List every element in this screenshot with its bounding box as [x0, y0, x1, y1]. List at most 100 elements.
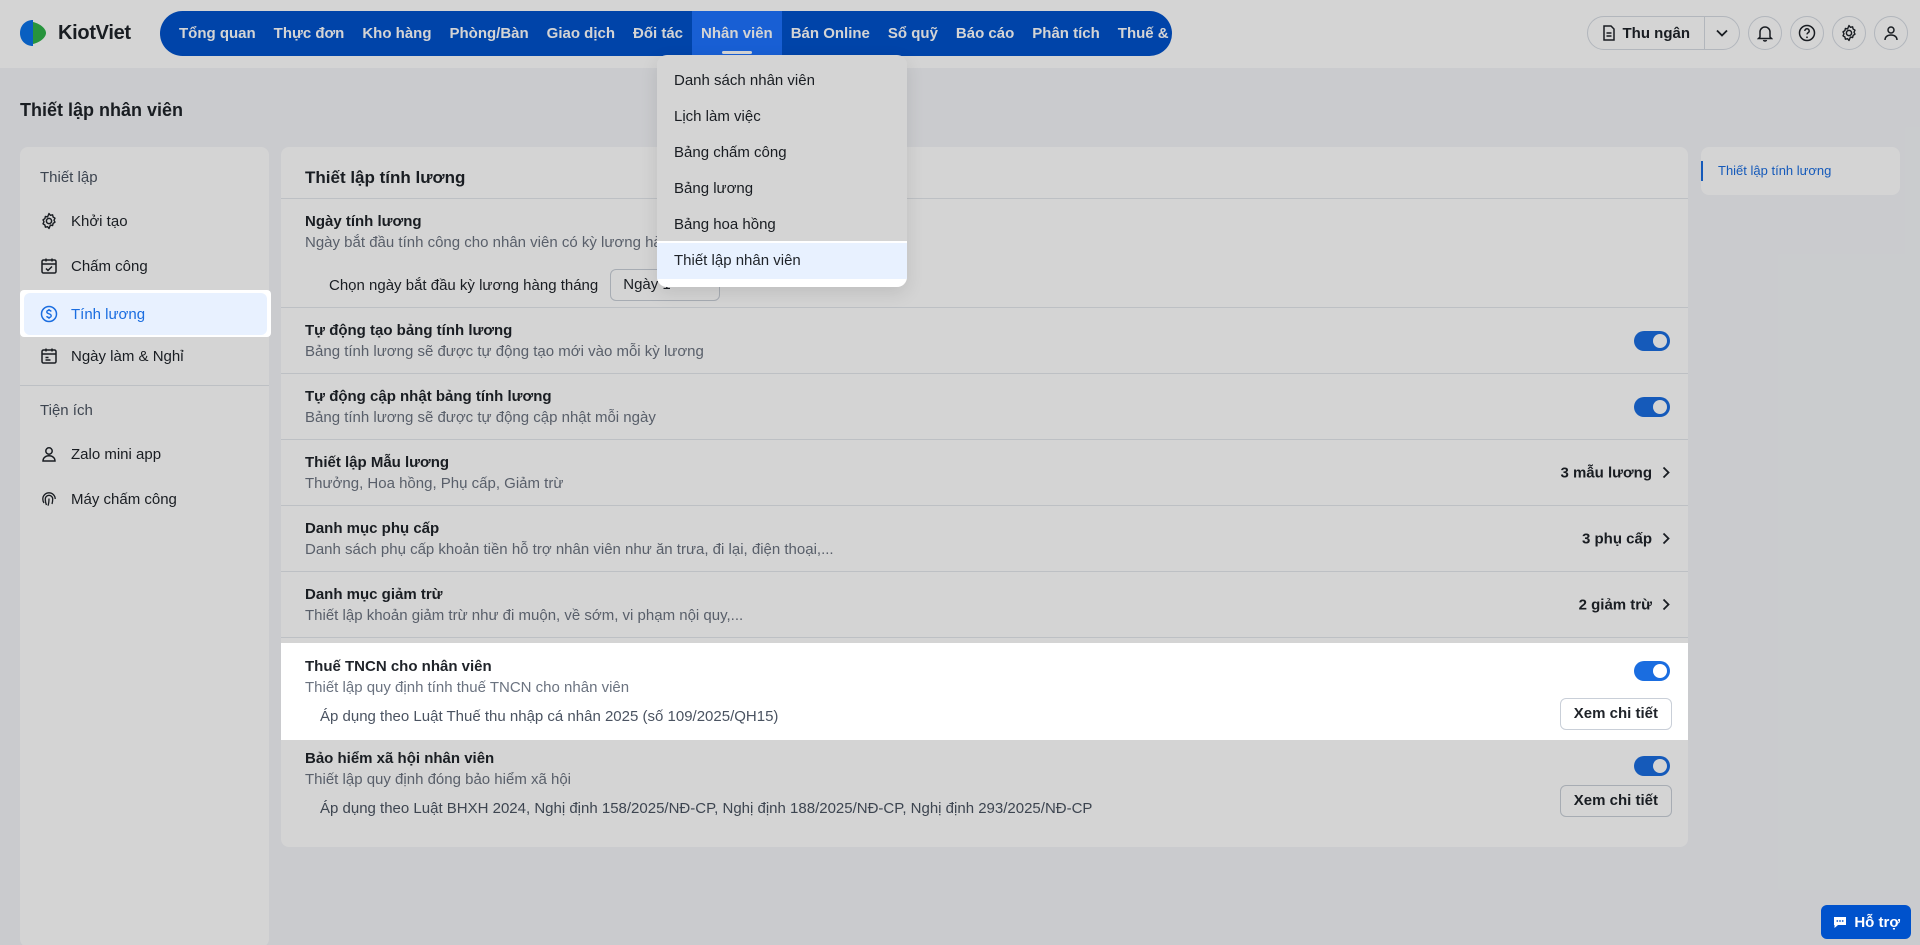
- allowance-row[interactable]: Danh mục phụ cấp Danh sách phụ cấp khoản…: [281, 506, 1688, 572]
- menu-item-danh-sach-nhan-vien[interactable]: Danh sách nhân viên: [657, 63, 907, 99]
- support-label: Hỗ trợ: [1854, 913, 1900, 931]
- row-description: Thiết lập quy định đóng bảo hiểm xã hội: [305, 771, 572, 788]
- cashier-button[interactable]: Thu ngân: [1588, 17, 1705, 49]
- employee-menu-dropdown: Danh sách nhân viên Lịch làm việc Bảng c…: [657, 55, 907, 287]
- highlight-pit-row: Thuế TNCN cho nhân viên Thiết lập quy đị…: [281, 643, 1688, 740]
- help-center-button[interactable]: [1790, 16, 1824, 50]
- main-navigation: Tổng quan Thực đơn Kho hàng Phòng/Bàn Gi…: [160, 11, 1228, 56]
- row-legal-basis: Áp dụng theo Luật Thuế thu nhập cá nhân …: [320, 708, 779, 725]
- menu-item-lich-lam-viec[interactable]: Lịch làm việc: [657, 99, 907, 135]
- auto-create-payroll-toggle[interactable]: [1634, 331, 1670, 351]
- sidebar-item-label: Máy chấm công: [71, 490, 177, 508]
- pit-detail-button[interactable]: Xem chi tiết: [1559, 698, 1672, 730]
- sidebar-item-ngay-lam-nghi[interactable]: Ngày làm & Nghỉ: [24, 335, 265, 377]
- allowance-count: 3 phụ cấp: [1581, 530, 1652, 547]
- sidebar-item-label: Khởi tạo: [71, 212, 128, 230]
- row-title: Ngày tính lương: [305, 213, 422, 230]
- deduction-row[interactable]: Danh mục giảm trừ Thiết lập khoản giảm t…: [281, 572, 1688, 638]
- row-legal-basis: Áp dụng theo Luật BHXH 2024, Nghị định 1…: [320, 800, 1093, 817]
- chevron-right-icon: [1662, 532, 1670, 545]
- pit-row: Thuế TNCN cho nhân viên Thiết lập quy đị…: [281, 643, 1688, 740]
- nav-item-giao-dich[interactable]: Giao dịch: [538, 11, 624, 56]
- nav-item-so-quy[interactable]: Sổ quỹ: [879, 11, 947, 56]
- pit-toggle[interactable]: [1634, 661, 1670, 681]
- auto-create-payroll-row: Tự động tạo bảng tính lương Bảng tính lư…: [281, 308, 1688, 374]
- sidebar-item-tinh-luong[interactable]: Tính lương: [24, 293, 267, 335]
- question-icon: [1798, 24, 1816, 42]
- sidebar-item-label: Ngày làm & Nghỉ: [71, 347, 184, 365]
- row-description: Bảng tính lương sẽ được tự động tạo mới …: [305, 343, 704, 360]
- allowance-link[interactable]: 3 phụ cấp: [1582, 530, 1670, 547]
- support-button[interactable]: Hỗ trợ: [1821, 905, 1911, 939]
- nav-item-tong-quan[interactable]: Tổng quan: [170, 11, 265, 56]
- account-button[interactable]: [1874, 16, 1908, 50]
- row-description: Danh sách phụ cấp khoản tiền hỗ trợ nhân…: [305, 541, 834, 558]
- row-title: Tự động tạo bảng tính lương: [305, 322, 513, 339]
- cashier-dropdown-button[interactable]: [1705, 17, 1739, 49]
- row-description: Thiết lập khoản giảm trừ như đi muộn, về…: [305, 607, 744, 624]
- menu-item-bang-hoa-hong[interactable]: Bảng hoa hồng: [657, 207, 907, 243]
- nav-item-phong-ban[interactable]: Phòng/Bàn: [441, 11, 538, 56]
- settings-button[interactable]: [1832, 16, 1866, 50]
- nav-item-doi-tac[interactable]: Đối tác: [624, 11, 692, 56]
- salary-template-count: 3 mẫu lương: [1560, 464, 1652, 481]
- kiotviet-logo[interactable]: KiotViet: [16, 17, 131, 49]
- nav-item-bao-cao[interactable]: Báo cáo: [947, 11, 1023, 56]
- sidebar-item-label: Tính lương: [71, 305, 146, 323]
- dollar-circle-icon: [40, 305, 58, 323]
- social-insurance-detail-button[interactable]: Xem chi tiết: [1559, 785, 1672, 817]
- deduction-count: 2 giảm trừ: [1578, 596, 1652, 613]
- top-bar: KiotViet Tổng quan Thực đơn Kho hàng Phò…: [0, 0, 1920, 68]
- cashier-switch: Thu ngân: [1586, 16, 1740, 50]
- anchor-payroll-settings[interactable]: Thiết lập tính lương: [1701, 161, 1831, 181]
- sidebar-item-cham-cong[interactable]: Chấm công: [24, 245, 265, 287]
- nav-item-phan-tich[interactable]: Phân tích: [1023, 11, 1109, 56]
- sidebar-item-zalo-mini-app[interactable]: Zalo mini app: [24, 433, 265, 475]
- nav-item-thuc-don[interactable]: Thực đơn: [265, 11, 354, 56]
- nav-item-nhan-vien[interactable]: Nhân viên: [692, 11, 782, 56]
- header-tools: Thu ngân: [1586, 16, 1908, 50]
- nav-item-ban-online[interactable]: Bán Online: [782, 11, 879, 56]
- chevron-right-icon: [1662, 598, 1670, 611]
- deduction-link[interactable]: 2 giảm trừ: [1579, 596, 1670, 613]
- payroll-settings-panel: Thiết lập tính lương Ngày tính lương Ngà…: [281, 147, 1688, 847]
- sidebar-item-khoi-tao[interactable]: Khởi tạo: [24, 200, 265, 242]
- payday-row: Ngày tính lương Ngày bắt đầu tính công c…: [281, 199, 1688, 308]
- gear-icon: [42, 212, 56, 230]
- highlight-sidebar: Tính lương: [20, 290, 271, 337]
- nav-item-kho-hang[interactable]: Kho hàng: [353, 11, 440, 56]
- menu-item-bang-cham-cong[interactable]: Bảng chấm công: [657, 135, 907, 171]
- row-description: Thưởng, Hoa hồng, Phụ cấp, Giảm trừ: [305, 475, 564, 492]
- menu-item-thiet-lap-nhan-vien[interactable]: Thiết lập nhân viên: [657, 243, 907, 279]
- sidebar-item-may-cham-cong[interactable]: Máy chấm công: [24, 478, 265, 520]
- sidebar-item-label: Zalo mini app: [71, 445, 162, 463]
- kiotviet-logo-icon: [20, 20, 46, 46]
- notification-button[interactable]: [1748, 16, 1782, 50]
- chat-icon: [1834, 916, 1847, 928]
- bell-icon: [1757, 25, 1773, 42]
- auto-update-payroll-toggle[interactable]: [1634, 397, 1670, 417]
- auto-update-payroll-row: Tự động cập nhật bảng tính lương Bảng tí…: [281, 374, 1688, 440]
- row-title: Bảo hiểm xã hội nhân viên: [305, 750, 495, 767]
- brand-name: KiotViet: [58, 21, 131, 44]
- nav-item-thue-ke-toan[interactable]: Thuế & Kế toán: [1109, 11, 1237, 56]
- social-insurance-toggle[interactable]: [1634, 756, 1670, 776]
- calendar-icon: [41, 348, 57, 364]
- row-title: Tự động cập nhật bảng tính lương: [305, 388, 552, 405]
- document-icon: [1602, 25, 1615, 41]
- calendar-check-icon: [41, 258, 57, 274]
- salary-template-link[interactable]: 3 mẫu lương: [1560, 464, 1670, 481]
- row-title: Thiết lập Mẫu lương: [305, 454, 450, 471]
- section-anchor-nav: Thiết lập tính lương: [1701, 147, 1900, 195]
- section-title: Thiết lập tính lương: [281, 147, 1688, 199]
- settings-sidebar: Thiết lập Khởi tạo Chấm công Ngày làm & …: [20, 147, 269, 945]
- user-icon: [42, 447, 56, 462]
- sidebar-group-utilities: Tiện ích: [40, 402, 93, 419]
- fingerprint-icon: [42, 492, 56, 506]
- row-title: Danh mục phụ cấp: [305, 520, 440, 537]
- row-description: Thiết lập quy định tính thuế TNCN cho nh…: [305, 679, 630, 696]
- sidebar-group-setup: Thiết lập: [40, 169, 98, 186]
- menu-item-bang-luong[interactable]: Bảng lương: [657, 171, 907, 207]
- salary-template-row[interactable]: Thiết lập Mẫu lương Thưởng, Hoa hồng, Ph…: [281, 440, 1688, 506]
- chevron-right-icon: [1662, 466, 1670, 479]
